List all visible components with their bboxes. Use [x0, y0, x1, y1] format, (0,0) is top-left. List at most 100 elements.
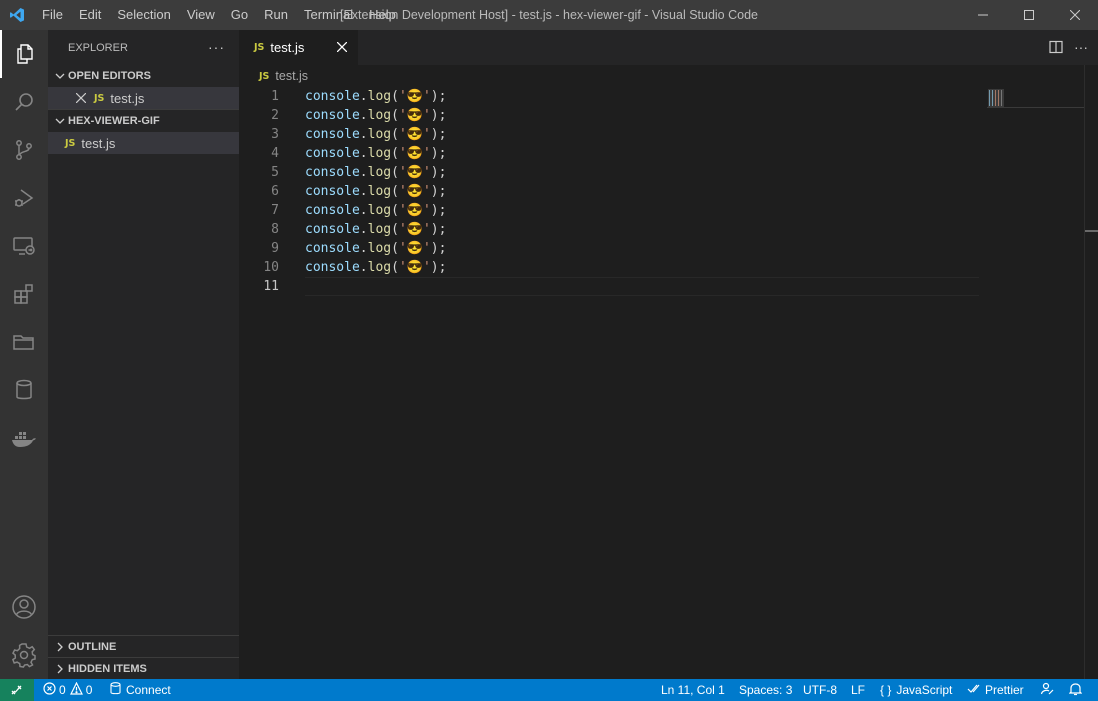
code-line: 9 console.log('😎');: [239, 239, 1098, 258]
code-editor[interactable]: 1 console.log('😎'); 2 console.log('😎'); 3 c…: [239, 87, 1098, 296]
title-bar: File Edit Selection View Go Run Terminal…: [0, 0, 1098, 30]
status-bar: 0 0 Connect Ln 11, Col 1 Spaces: 3 UTF-8…: [0, 679, 1098, 701]
open-editor-item[interactable]: JS test.js: [48, 87, 239, 109]
menu-selection[interactable]: Selection: [109, 0, 178, 30]
code-line: 7 console.log('😎');: [239, 201, 1098, 220]
outline-section-header[interactable]: OUTLINE: [48, 635, 239, 657]
code-line: 4 console.log('😎');: [239, 144, 1098, 163]
folder-icon[interactable]: [0, 318, 48, 366]
explorer-icon[interactable]: [0, 30, 48, 78]
scrollbar-cursor-marker: [1085, 230, 1098, 232]
outline-title: OUTLINE: [68, 640, 117, 653]
code-line: 3 console.log('😎');: [239, 125, 1098, 144]
menu-help[interactable]: Help: [361, 0, 404, 30]
database-icon[interactable]: [0, 366, 48, 414]
line-number: 6: [271, 184, 279, 199]
minimize-button[interactable]: [960, 0, 1006, 30]
warning-count: 0: [85, 683, 93, 697]
code-text: console.log('😎');: [305, 222, 447, 237]
language-label: JavaScript: [896, 683, 953, 697]
menu-terminal[interactable]: Terminal: [296, 0, 361, 30]
breadcrumb-file[interactable]: test.js: [275, 69, 308, 83]
indentation-button[interactable]: Spaces: 3: [739, 679, 792, 701]
close-window-button[interactable]: [1052, 0, 1098, 30]
menu-file[interactable]: File: [34, 0, 71, 30]
feedback-icon: [1040, 682, 1054, 699]
chevron-down-icon: [52, 71, 68, 81]
eol-button[interactable]: LF: [851, 679, 865, 701]
editor-tabs: JS test.js ···: [239, 30, 1098, 65]
extensions-icon[interactable]: [0, 270, 48, 318]
close-tab-icon[interactable]: [334, 39, 350, 55]
file-tree-item[interactable]: JS test.js: [48, 132, 239, 154]
connect-button[interactable]: Connect: [110, 679, 171, 701]
encoding-button[interactable]: UTF-8: [803, 679, 837, 701]
explorer-header: EXPLORER ···: [48, 30, 239, 65]
docker-icon[interactable]: [0, 414, 48, 462]
notifications-button[interactable]: [1068, 679, 1083, 701]
chevron-right-icon: [52, 664, 68, 674]
folder-title: HEX-VIEWER-GIF: [68, 115, 160, 127]
code-text: console.log('😎');: [305, 184, 447, 199]
close-editor-icon[interactable]: [76, 93, 94, 103]
code-line: 6 console.log('😎');: [239, 182, 1098, 201]
hidden-items-section-header[interactable]: HIDDEN ITEMS: [48, 657, 239, 679]
code-text: console.log('😎');: [305, 203, 447, 218]
editor-actions: ···: [1048, 39, 1088, 58]
folder-section-header[interactable]: HEX-VIEWER-GIF: [48, 109, 239, 132]
language-mode-button[interactable]: { } JavaScript: [880, 679, 952, 701]
menu-run[interactable]: Run: [256, 0, 296, 30]
search-icon[interactable]: [0, 78, 48, 126]
code-line: 2 console.log('😎');: [239, 106, 1098, 125]
remote-explorer-icon[interactable]: [0, 222, 48, 270]
open-editor-label: test.js: [110, 90, 145, 106]
run-debug-icon[interactable]: [0, 174, 48, 222]
line-number: 10: [263, 260, 279, 275]
activity-bar: [0, 30, 48, 679]
error-icon: [43, 682, 56, 698]
feedback-button[interactable]: [1040, 679, 1054, 701]
minimap[interactable]: [987, 88, 1084, 108]
more-actions-icon[interactable]: ···: [1074, 39, 1088, 58]
settings-gear-icon[interactable]: [0, 631, 48, 679]
js-file-icon: JS: [259, 70, 270, 82]
problems-button[interactable]: 0 0: [43, 679, 92, 701]
check-all-icon: [967, 683, 981, 698]
maximize-button[interactable]: [1006, 0, 1052, 30]
line-number: 7: [271, 203, 279, 218]
code-text: console.log('😎');: [305, 89, 447, 104]
editor-area: JS test.js ··· JS test.js 1 console.log('…: [239, 30, 1098, 679]
menu-view[interactable]: View: [179, 0, 223, 30]
account-icon[interactable]: [0, 583, 48, 631]
prettier-button[interactable]: Prettier: [967, 679, 1024, 701]
open-editors-section-header[interactable]: OPEN EDITORS: [48, 65, 239, 87]
line-number: 5: [271, 165, 279, 180]
bell-icon: [1068, 682, 1083, 699]
chevron-right-icon: [52, 642, 68, 652]
open-editors-title: OPEN EDITORS: [68, 70, 151, 82]
js-file-icon: JS: [65, 137, 76, 149]
line-number: 4: [271, 146, 279, 161]
remote-indicator-button[interactable]: [0, 679, 34, 701]
code-text: console.log('😎');: [305, 146, 447, 161]
more-actions-icon[interactable]: ···: [208, 39, 225, 55]
tab-test-js[interactable]: JS test.js: [239, 30, 358, 65]
js-file-icon: JS: [94, 92, 105, 104]
code-line: 1 console.log('😎');: [239, 87, 1098, 106]
error-count: 0: [59, 683, 66, 697]
code-text: console.log('😎');: [305, 108, 447, 123]
source-control-icon[interactable]: [0, 126, 48, 174]
hidden-items-title: HIDDEN ITEMS: [68, 662, 147, 675]
line-number: 3: [271, 127, 279, 142]
menu-edit[interactable]: Edit: [71, 0, 109, 30]
breadcrumb: JS test.js: [239, 65, 1098, 87]
split-editor-icon[interactable]: [1048, 39, 1064, 58]
vertical-scrollbar[interactable]: [1084, 65, 1098, 679]
chevron-down-icon: [52, 116, 68, 126]
vscode-logo-icon: [0, 0, 34, 30]
cursor-position-button[interactable]: Ln 11, Col 1: [661, 679, 725, 701]
menu-go[interactable]: Go: [223, 0, 256, 30]
current-line-highlight: [305, 277, 979, 296]
line-number: 2: [271, 108, 279, 123]
code-line: 8 console.log('😎');: [239, 220, 1098, 239]
